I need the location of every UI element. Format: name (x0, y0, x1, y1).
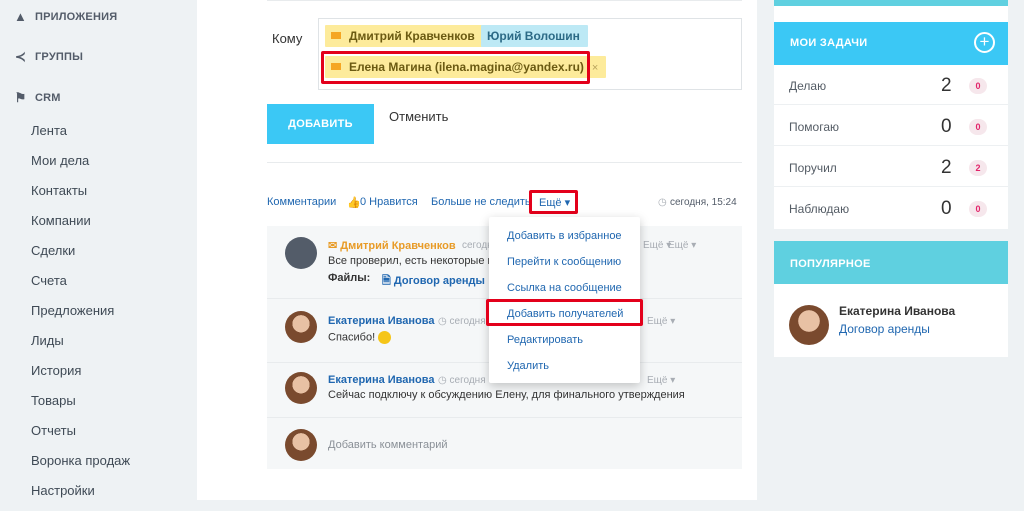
avatar (285, 372, 317, 404)
apps-icon: ▲ (14, 9, 28, 24)
divider (774, 104, 1008, 105)
highlight-box (486, 299, 643, 326)
file-link[interactable]: 🗎 Договор аренды (382, 272, 485, 291)
envelope-icon (331, 32, 341, 40)
task-row-watching[interactable]: Наблюдаю (789, 202, 849, 216)
sidebar-item-settings[interactable]: Настройки (31, 483, 95, 498)
comment-more[interactable]: Ещё ▾ (647, 316, 675, 327)
sidebar-item-leads[interactable]: Лиды (31, 333, 64, 348)
task-badge: 2 (969, 160, 987, 176)
smile-icon (378, 331, 392, 344)
sidebar-item-invoices[interactable]: Счета (31, 273, 67, 288)
document-icon: 🗎 (382, 275, 394, 287)
comment-text: Все проверил, есть некоторые м (328, 255, 496, 267)
sidebar-item-companies[interactable]: Компании (31, 213, 91, 228)
highlight-box (321, 51, 590, 84)
popular-link[interactable]: Договор аренды (839, 322, 930, 336)
sidebar-item-contacts[interactable]: Контакты (31, 183, 87, 198)
task-count: 2 (941, 157, 952, 178)
sidebar-item-products[interactable]: Товары (31, 393, 76, 408)
menu-item-message-link[interactable]: Ссылка на сообщение (507, 282, 622, 294)
sidebar-section-label: ГРУППЫ (35, 50, 84, 63)
like-link[interactable]: 0 Нравится (360, 196, 418, 208)
sidebar-section-label: ПРИЛОЖЕНИЯ (35, 10, 118, 23)
sidebar-item-sales-funnel[interactable]: Воронка продаж (31, 453, 130, 468)
unfollow-link[interactable]: Больше не следить (431, 196, 531, 208)
comment-author[interactable]: Екатерина Иванова (328, 315, 435, 327)
comment-more-2[interactable]: Ещё ▾ (668, 240, 696, 251)
divider (267, 162, 742, 163)
popular-title: ПОПУЛЯРНОЕ (790, 258, 871, 270)
like-icon[interactable]: 👍 (347, 196, 361, 209)
recipient-name: Юрий Волошин (487, 29, 580, 43)
task-row-helping[interactable]: Помогаю (789, 120, 839, 134)
sidebar-section-groups[interactable]: ≺ ГРУППЫ (14, 50, 83, 63)
task-row-doing[interactable]: Делаю (789, 79, 826, 93)
comment-text: Сейчас подключу к обсуждению Елену, для … (328, 389, 685, 401)
remove-recipient-icon[interactable]: × (592, 62, 598, 74)
recipient-tag[interactable]: Дмитрий Кравченков (325, 25, 483, 47)
popular-author[interactable]: Екатерина Иванова (839, 304, 955, 318)
menu-item-add-favorite[interactable]: Добавить в избранное (507, 230, 622, 242)
add-comment-input[interactable]: Добавить комментарий (328, 439, 447, 451)
share-icon: ≺ (14, 49, 27, 64)
sidebar-section-label: CRM (35, 91, 61, 104)
divider (774, 145, 1008, 146)
add-task-icon[interactable]: + (974, 32, 995, 53)
tasks-top-strip (774, 0, 1008, 6)
files-label: Файлы: (328, 272, 371, 284)
recipient-tag[interactable]: Юрий Волошин (481, 25, 588, 47)
envelope-icon: ✉ (328, 240, 341, 252)
menu-item-edit[interactable]: Редактировать (507, 334, 583, 346)
divider (267, 417, 742, 418)
post-timestamp: сегодня, 15:24 (670, 197, 737, 208)
add-button[interactable]: ДОБАВИТЬ (267, 104, 374, 144)
highlight-box (529, 190, 578, 214)
divider (267, 0, 742, 1)
cancel-button[interactable]: Отменить (389, 109, 448, 124)
task-badge: 0 (969, 201, 987, 217)
menu-item-delete[interactable]: Удалить (507, 360, 549, 372)
task-count: 0 (941, 198, 952, 219)
sidebar (0, 0, 197, 511)
flag-icon: ⚑ (14, 90, 27, 105)
divider (774, 186, 1008, 187)
tasks-title: МОИ ЗАДАЧИ (790, 37, 868, 49)
comment-more[interactable]: Ещё ▾ (647, 375, 675, 386)
avatar (789, 305, 829, 345)
comment-time: ◷ сегодня (438, 316, 486, 327)
comment-author[interactable]: Екатерина Иванова (328, 374, 435, 386)
task-badge: 0 (969, 119, 987, 135)
task-row-assigned[interactable]: Поручил (789, 161, 837, 175)
avatar (285, 311, 317, 343)
recipient-name: Дмитрий Кравченков (349, 29, 475, 43)
task-count: 2 (941, 75, 952, 96)
sidebar-section-apps[interactable]: ▲ ПРИЛОЖЕНИЯ (14, 10, 117, 23)
clock-icon: ◷ (658, 197, 667, 208)
sidebar-item-my-activities[interactable]: Мои дела (31, 153, 89, 168)
comment-time: ◷ сегодня (438, 375, 486, 386)
task-badge: 0 (969, 78, 987, 94)
sidebar-item-quotes[interactable]: Предложения (31, 303, 114, 318)
avatar (285, 237, 317, 269)
comments-link[interactable]: Комментарии (267, 196, 336, 208)
comment-author[interactable]: ✉ Дмитрий Кравченков (328, 239, 456, 252)
sidebar-item-deals[interactable]: Сделки (31, 243, 75, 258)
sidebar-item-history[interactable]: История (31, 363, 81, 378)
recipients-label: Кому (272, 31, 303, 46)
sidebar-section-crm[interactable]: ⚑ CRM (14, 91, 61, 104)
menu-item-go-to-message[interactable]: Перейти к сообщению (507, 256, 621, 268)
sidebar-item-reports[interactable]: Отчеты (31, 423, 76, 438)
task-count: 0 (941, 116, 952, 137)
avatar (285, 429, 317, 461)
comment-text: Спасибо! (328, 331, 392, 344)
sidebar-item-feed[interactable]: Лента (31, 123, 67, 138)
